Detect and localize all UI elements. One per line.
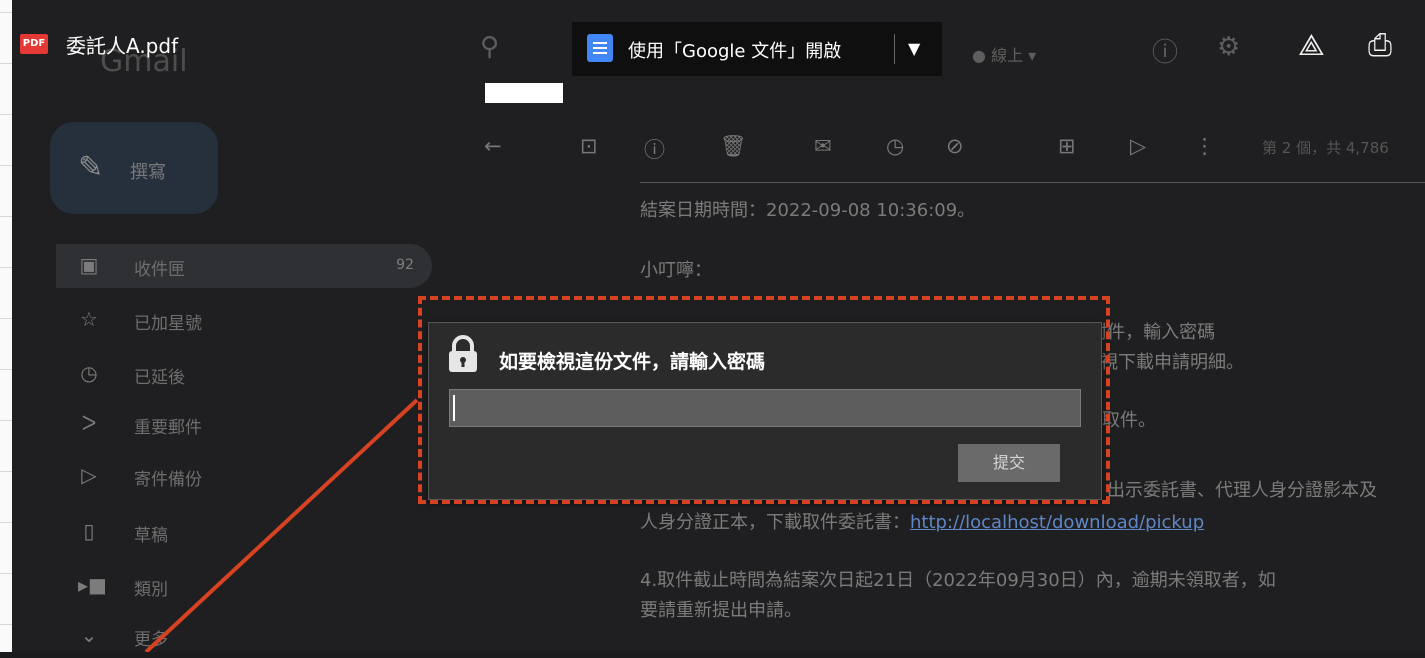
annotation-arrow: [144, 398, 419, 652]
